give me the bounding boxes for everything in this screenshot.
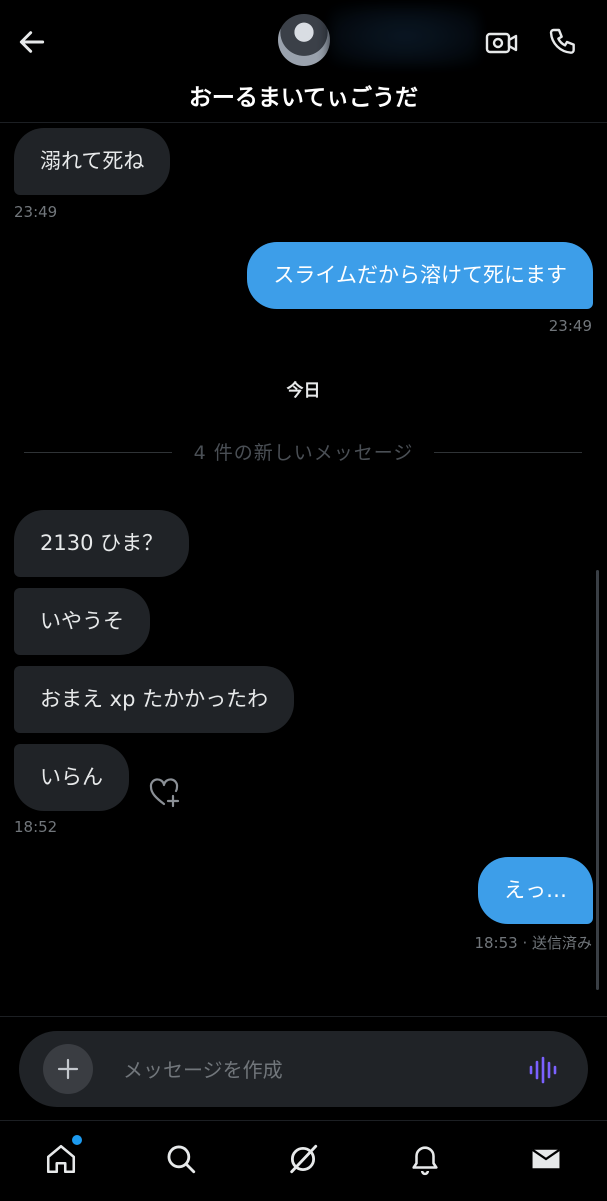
notification-dot bbox=[70, 1133, 84, 1147]
message-input[interactable] bbox=[121, 1053, 505, 1087]
grok-icon bbox=[290, 1144, 318, 1174]
message-bubble-received[interactable]: 2130 ひま？ bbox=[14, 510, 190, 577]
nav-messages[interactable] bbox=[526, 1139, 566, 1179]
voice-message-button[interactable] bbox=[527, 1053, 561, 1087]
video-call-button[interactable] bbox=[484, 25, 520, 61]
phone-call-button[interactable] bbox=[545, 24, 581, 60]
message-bubble-received[interactable]: 溺れて死ね bbox=[14, 128, 171, 195]
video-camera-icon bbox=[485, 32, 518, 54]
message-status: 18:53 · 送信済み bbox=[474, 934, 592, 952]
message-bubble-received[interactable]: いやうそ bbox=[14, 588, 150, 655]
search-icon bbox=[167, 1145, 196, 1174]
message-timestamp: 23:49 bbox=[548, 317, 592, 335]
message-bubble-received[interactable]: おまえ xp たかかったわ bbox=[14, 666, 295, 733]
conversation-header: おーるまいてぃごうだ bbox=[0, 0, 607, 123]
add-media-button[interactable] bbox=[43, 1044, 93, 1094]
conversation-title[interactable]: おーるまいてぃごうだ bbox=[0, 78, 607, 112]
back-button[interactable] bbox=[14, 24, 50, 60]
divider-line-right bbox=[434, 452, 582, 453]
mail-icon bbox=[531, 1148, 561, 1169]
bottom-navigation bbox=[0, 1120, 607, 1201]
arrow-left-icon bbox=[19, 31, 45, 53]
message-bubble-sent[interactable]: えっ… bbox=[478, 857, 593, 924]
message-timestamp: 23:49 bbox=[14, 203, 58, 221]
message-timestamp: 18:52 bbox=[14, 818, 58, 836]
add-reaction-button[interactable] bbox=[148, 776, 182, 810]
scrollbar[interactable] bbox=[596, 570, 599, 990]
message-bubble-sent[interactable]: スライムだから溶けて死にます bbox=[247, 242, 593, 309]
phone-icon bbox=[549, 28, 575, 54]
nav-search[interactable] bbox=[161, 1139, 201, 1179]
heart-plus-icon bbox=[149, 778, 180, 808]
nav-grok[interactable] bbox=[283, 1139, 323, 1179]
bell-icon bbox=[412, 1146, 438, 1176]
blurred-area bbox=[330, 6, 480, 66]
avatar[interactable] bbox=[278, 14, 330, 66]
plus-icon bbox=[57, 1058, 79, 1080]
message-bubble-received[interactable]: いらん bbox=[14, 744, 129, 811]
nav-notifications[interactable] bbox=[405, 1139, 445, 1179]
voice-waveform-icon bbox=[529, 1056, 557, 1084]
day-separator: 今日 bbox=[286, 381, 321, 401]
composer-bar bbox=[0, 1016, 607, 1121]
composer bbox=[19, 1031, 588, 1107]
home-icon bbox=[46, 1144, 76, 1174]
